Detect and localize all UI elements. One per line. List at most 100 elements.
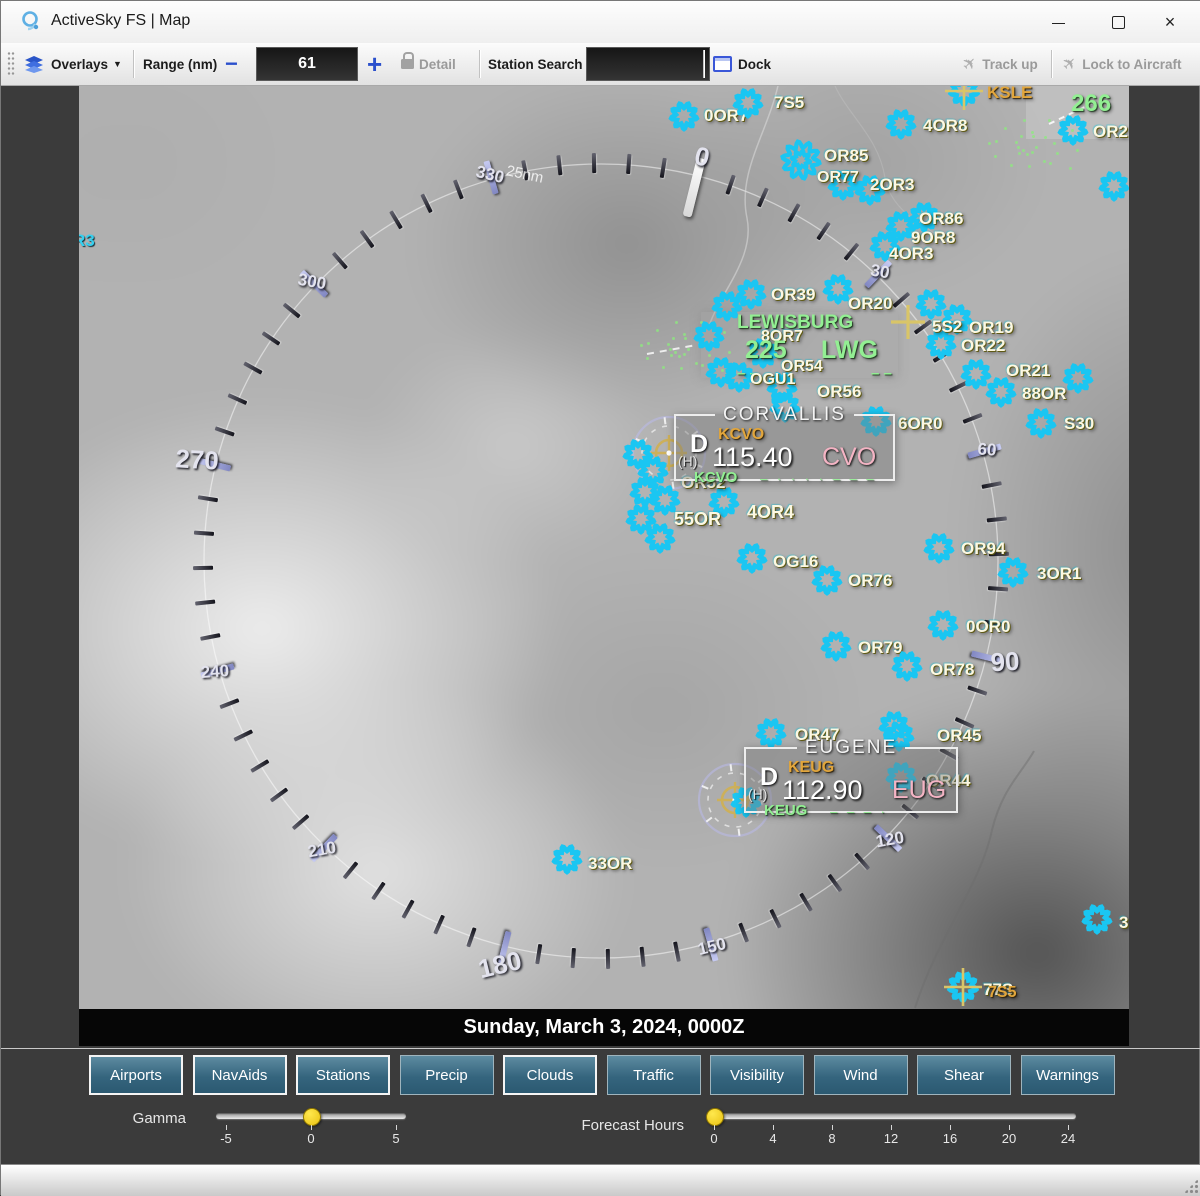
lock-to-aircraft-button[interactable]: ✈ Lock to Aircraft [1063, 43, 1182, 85]
precip-dot [672, 337, 675, 340]
panel-divider [1, 1048, 1200, 1049]
forecast-slider-track[interactable] [706, 1113, 1076, 1119]
layer-button-shear[interactable]: Shear [917, 1055, 1011, 1095]
overlays-button[interactable]: Overlays ▼ [23, 43, 122, 85]
compass-label-60: 60 [977, 440, 997, 461]
forecast-tick-label: 12 [884, 1131, 898, 1146]
precip-dot [1031, 131, 1034, 134]
airport-label-6or0: 6OR0 [898, 415, 942, 432]
station-search-label: Station Search [488, 43, 583, 85]
layer-button-warnings[interactable]: Warnings [1021, 1055, 1115, 1095]
airport-label-or78: OR78 [930, 661, 974, 678]
airport-label-or39: OR39 [771, 286, 815, 303]
forecast-tick-label: 0 [710, 1131, 717, 1146]
layer-button-precip[interactable]: Precip [400, 1055, 494, 1095]
range-label: Range (nm) [143, 43, 217, 85]
layer-button-stations[interactable]: Stations [296, 1055, 390, 1095]
dock-button[interactable]: Dock [713, 43, 771, 85]
infobox-title: CORVALLIS [715, 404, 854, 426]
airport-ring-icon [807, 560, 847, 600]
compass-tick [606, 949, 610, 969]
precip-dot [683, 333, 686, 336]
gamma-tick [226, 1125, 227, 1130]
precip-dot [1069, 167, 1072, 170]
forecast-slider-thumb[interactable] [706, 1108, 724, 1126]
layer-button-traffic[interactable]: Traffic [607, 1055, 701, 1095]
precip-dot [675, 321, 678, 324]
range-value-box[interactable]: 61 [256, 43, 358, 85]
map-label--: – – [871, 366, 892, 381]
forecast-tick [1068, 1125, 1069, 1130]
map-label-lwg: LWG [821, 338, 878, 363]
date-banner: Sunday, March 3, 2024, 0000Z [79, 1009, 1129, 1046]
map-label-3: 3 [1119, 914, 1128, 931]
map-label-or22: OR22 [961, 337, 1005, 354]
layer-button-clouds[interactable]: Clouds [503, 1055, 597, 1095]
navaid-code: EUG [892, 776, 946, 805]
map-label-or21: OR21 [1006, 362, 1050, 379]
minimize-button[interactable] [1035, 7, 1081, 37]
compass-tick [592, 153, 596, 173]
map-label-4or3: 4OR3 [889, 245, 933, 262]
resize-grip[interactable] [1184, 1179, 1198, 1193]
layer-button-wind[interactable]: Wind [814, 1055, 908, 1095]
layer-button-visibility[interactable]: Visibility [710, 1055, 804, 1095]
compass-label-240: 240 [200, 661, 230, 683]
dock-window-icon [713, 56, 732, 72]
airport-ring-icon [1094, 166, 1129, 206]
navaid-ident-morse: KEUG [764, 802, 807, 819]
close-button[interactable]: × [1147, 7, 1193, 37]
forecast-tick-label: 8 [828, 1131, 835, 1146]
track-up-button[interactable]: ✈ Track up [963, 43, 1038, 85]
airport-ring-icon [816, 626, 856, 666]
layer-button-navaids[interactable]: NavAids [193, 1055, 287, 1095]
status-bar [1, 1164, 1200, 1196]
airport-ring-icon [728, 86, 768, 123]
maximize-button[interactable] [1095, 7, 1141, 37]
map-canvas[interactable]: 030609012015018021024027030033025nm 0OR7… [79, 86, 1129, 1009]
precip-dot [656, 329, 659, 332]
toolbar-grip[interactable] [7, 51, 15, 77]
navaid-alt-flag: (H) [748, 786, 767, 802]
range-minus-button[interactable]: − [225, 43, 238, 85]
map-label-ogu1: OGU1 [750, 372, 795, 388]
gamma-slider-thumb[interactable] [303, 1108, 321, 1126]
navaid-alt-flag: (H) [678, 453, 697, 469]
airport-label-or2: OR2 [1093, 123, 1128, 140]
layer-button-airports[interactable]: Airports [89, 1055, 183, 1095]
forecast-tick-label: 20 [1002, 1131, 1016, 1146]
map-label-r3: R3 [79, 232, 95, 249]
airport-ring-icon [664, 96, 704, 136]
station-search-input[interactable] [586, 47, 710, 81]
forecast-tick [950, 1125, 951, 1130]
airport-ring-icon [547, 839, 587, 879]
airport-ring-icon [689, 316, 729, 356]
detail-button[interactable]: Detail [401, 43, 456, 85]
precip-dot [683, 353, 686, 356]
precip-dot [1004, 127, 1007, 130]
toolbar: Overlays ▼ Range (nm) − 61 + Detail Stat… [1, 43, 1200, 86]
airport-ring-icon [887, 646, 927, 686]
compass-label-270: 270 [175, 444, 220, 478]
precip-dot [662, 366, 665, 369]
airplane-icon: ✈ [958, 52, 982, 76]
activesky-window: { "window": {"title": "ActiveSky FS | Ma… [0, 0, 1200, 1195]
range-plus-button[interactable]: + [367, 43, 382, 85]
airport-ring-icon [881, 104, 921, 144]
forecast-label: Forecast Hours [546, 1117, 684, 1134]
forecast-tick-label: 4 [769, 1131, 776, 1146]
compass-label-300: 300 [296, 269, 327, 293]
precip-dot [1023, 119, 1026, 122]
activesky-logo-icon [19, 9, 45, 35]
navaid-infobox-eugene: EUGENE D KEUG (H) 112.90 EUG KEUG – – – … [744, 737, 958, 813]
airport-label-or76: OR76 [848, 572, 892, 589]
map-label-or56: OR56 [817, 383, 861, 400]
forecast-tick [773, 1125, 774, 1130]
forecast-tick [891, 1125, 892, 1130]
map-label-2or3: 2OR3 [870, 176, 914, 193]
navaid-code: CVO [822, 443, 876, 472]
airport-ring-icon [993, 552, 1033, 592]
title-bar: ActiveSky FS | Map × [1, 1, 1200, 44]
navaid-morse-code: – · · · · – – – [760, 471, 877, 486]
airport-ring-icon [1021, 403, 1061, 443]
